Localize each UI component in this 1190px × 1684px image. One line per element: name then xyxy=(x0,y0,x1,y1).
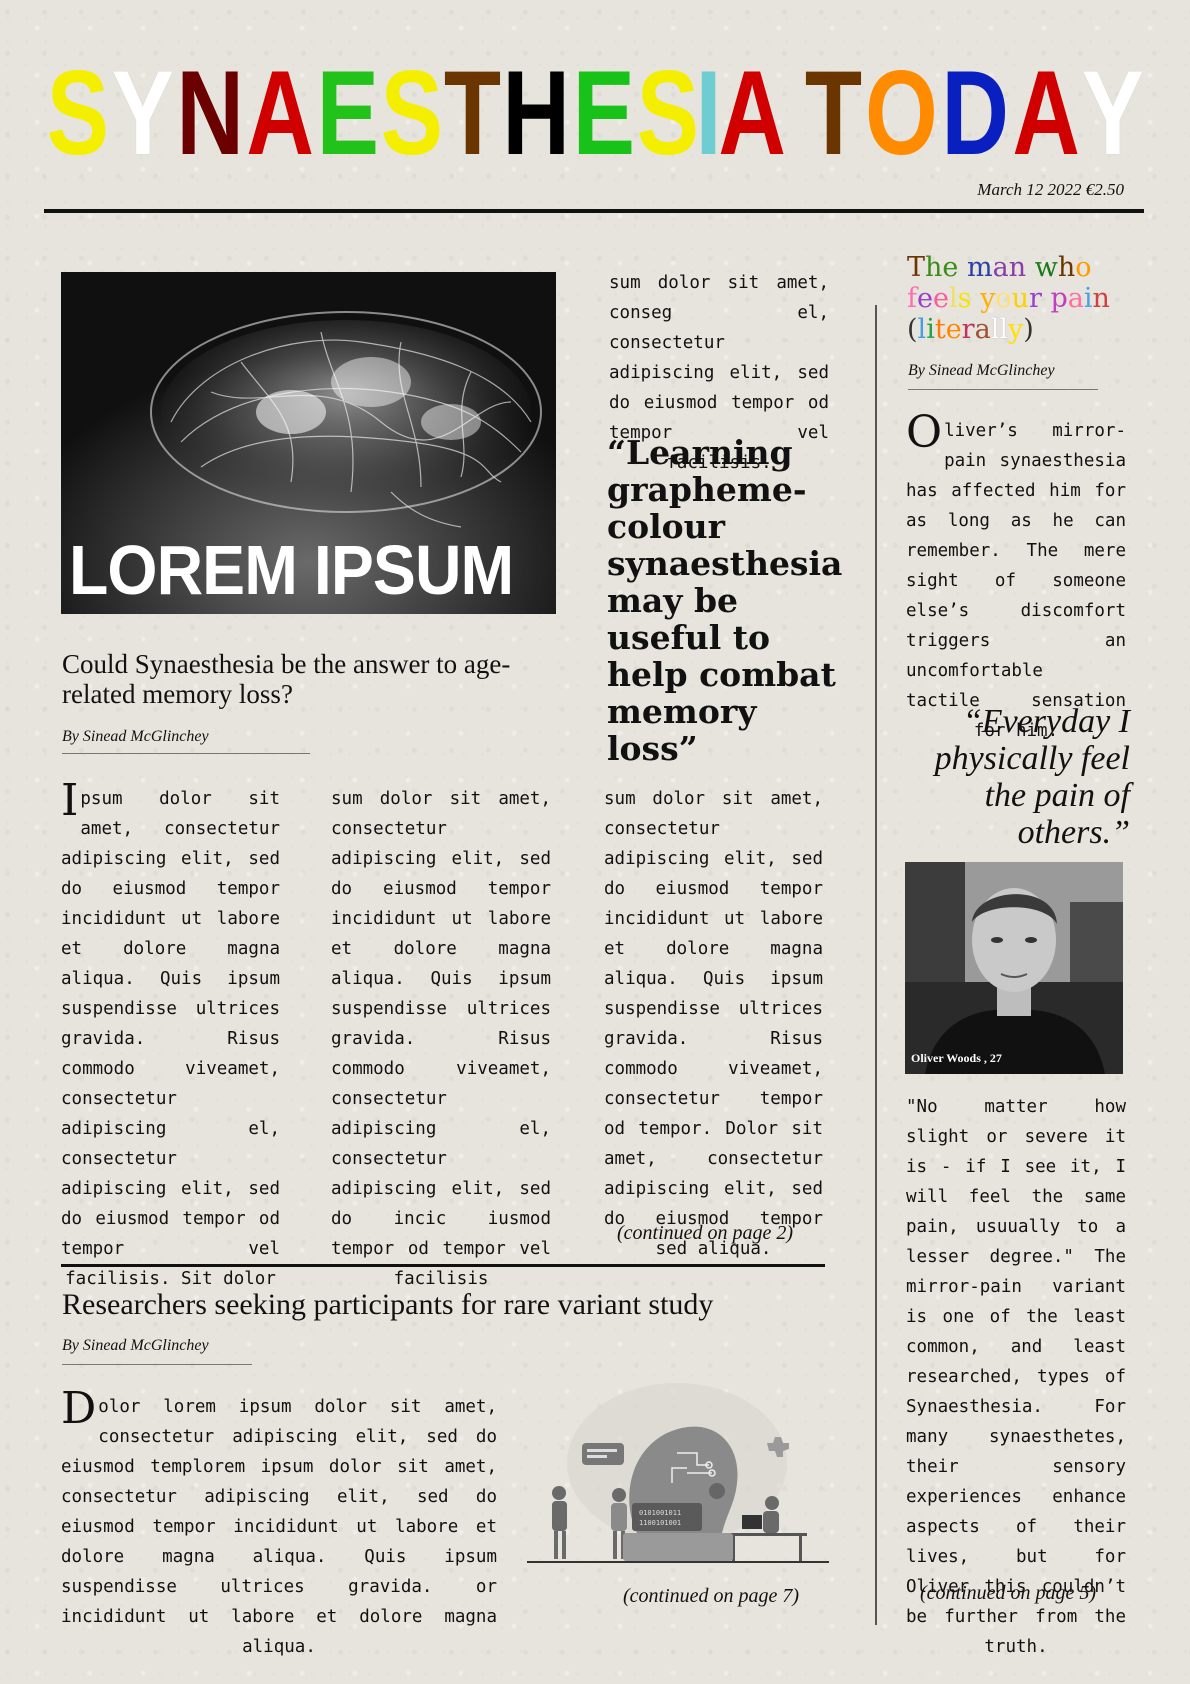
headline-letter: s xyxy=(957,283,972,314)
masthead-letter: S xyxy=(636,46,699,180)
headline-letter: n xyxy=(1092,283,1110,314)
headline-letter: l xyxy=(917,314,927,345)
headline-letter: e xyxy=(942,252,959,283)
headline-letter: w xyxy=(1034,252,1058,283)
headline-letter: o xyxy=(1075,252,1092,283)
dateline: March 12 2022 €2.50 xyxy=(977,180,1124,199)
masthead-letter: S xyxy=(47,46,109,180)
portrait-photo: Oliver Woods , 27 xyxy=(905,862,1123,1074)
headline-letter xyxy=(958,252,967,283)
headline-letter: u xyxy=(1011,283,1029,314)
section-rule xyxy=(61,1264,825,1267)
headline-letter xyxy=(971,283,980,314)
masthead-title: SYNAESTHESIA TODAY xyxy=(40,46,1150,180)
sidebar-body: "No matter how slight or severe it is - … xyxy=(906,1097,1126,1657)
headline-letter: i xyxy=(926,314,935,345)
image-overlay-title: LOREM IPSUM xyxy=(69,531,514,609)
lead-byline-rule xyxy=(62,753,310,754)
headline-letter: h xyxy=(925,252,943,283)
headline-letter: ( xyxy=(907,314,918,345)
headline-letter: y xyxy=(1007,314,1024,345)
lead-byline: By Sinead McGlinchey xyxy=(62,728,209,745)
headline-letter: f xyxy=(907,283,917,314)
masthead-letter: Y xyxy=(1082,46,1144,180)
masthead-letter: E xyxy=(572,46,635,180)
headline-letter xyxy=(1026,252,1035,283)
masthead-letter: A xyxy=(718,46,787,180)
headline-letter: o xyxy=(995,283,1012,314)
svg-text:0101001011: 0101001011 xyxy=(639,1509,681,1517)
headline-letter: p xyxy=(1050,283,1068,314)
sidebar-byline-rule xyxy=(908,389,1098,390)
svg-text:1100101001: 1100101001 xyxy=(639,1519,681,1527)
masthead-letter: I xyxy=(695,46,722,180)
lead-column-2: sum dolor sit amet, consectetur adipisci… xyxy=(331,789,551,1289)
lead-column-3-bottom: sum dolor sit amet, consectetur adipisci… xyxy=(604,789,823,1259)
headline-letter: r xyxy=(961,314,975,345)
research-illustration: 0101001011 1100101001 xyxy=(527,1383,829,1579)
headline-letter: i xyxy=(1083,283,1093,314)
column-divider xyxy=(875,305,877,1625)
second-continued-link[interactable]: (continued on page 7) xyxy=(623,1585,799,1608)
headline-letter: l xyxy=(999,314,1008,345)
lead-headline[interactable]: Could Synaesthesia be the answer to age-… xyxy=(62,649,522,709)
headline-letter: y xyxy=(980,283,996,314)
headline-letter: T xyxy=(907,252,926,283)
headline-letter: t xyxy=(934,314,946,345)
headline-letter: e xyxy=(932,283,949,314)
headline-letter: ) xyxy=(1023,314,1034,345)
headline-letter: h xyxy=(1057,252,1076,283)
second-body: Dolor lorem ipsum dolor sit amet, consec… xyxy=(61,1383,497,1657)
sidebar-intro: Oliver’s mirror-pain synaesthesia has af… xyxy=(906,407,1126,741)
pull-quote: “Learning grapheme-colour synaesthesia m… xyxy=(607,433,843,768)
masthead-letter: O xyxy=(864,46,938,180)
masthead-letter: T xyxy=(443,46,501,180)
headline-letter: e xyxy=(917,283,933,314)
lead-column-1: Ipsum dolor sit amet, consectetur adipis… xyxy=(61,775,280,1289)
masthead-letter: A xyxy=(246,46,315,180)
headline-letter xyxy=(1042,283,1051,314)
sidebar-headline[interactable]: The man who feels your pain (literally) xyxy=(907,252,1137,345)
sidebar-quote: “Everyday I physically feel the pain of … xyxy=(934,703,1130,851)
second-byline-rule xyxy=(62,1364,252,1365)
headline-letter: l xyxy=(948,283,958,314)
headline-letter: n xyxy=(1008,252,1027,283)
masthead-letter: E xyxy=(316,46,379,180)
headline-letter: a xyxy=(974,314,991,345)
masthead-letter: T xyxy=(805,46,862,180)
masthead-letter: N xyxy=(175,46,244,180)
sidebar-byline: By Sinead McGlinchey xyxy=(908,362,1055,379)
headline-letter: r xyxy=(1028,283,1042,314)
sidebar-continued-link[interactable]: (continued on page 5) xyxy=(920,1582,1096,1605)
masthead-rule xyxy=(44,209,1144,213)
masthead-letter: A xyxy=(1012,46,1080,180)
masthead-letter: D xyxy=(941,46,1009,180)
masthead-letter: Y xyxy=(111,46,173,180)
headline-letter: e xyxy=(945,314,962,345)
second-byline: By Sinead McGlinchey xyxy=(62,1337,209,1354)
masthead-letter: H xyxy=(502,46,571,180)
headline-letter: a xyxy=(1067,283,1084,314)
brain-photo: LOREM IPSUM xyxy=(61,272,556,614)
lead-continued-link[interactable]: (continued on page 2) xyxy=(617,1222,793,1245)
second-headline[interactable]: Researchers seeking participants for rar… xyxy=(62,1288,713,1322)
headline-letter: a xyxy=(992,252,1009,283)
headline-letter: m xyxy=(966,252,993,283)
photo-caption: Oliver Woods , 27 xyxy=(911,1051,1002,1065)
masthead-letter: S xyxy=(380,46,443,180)
